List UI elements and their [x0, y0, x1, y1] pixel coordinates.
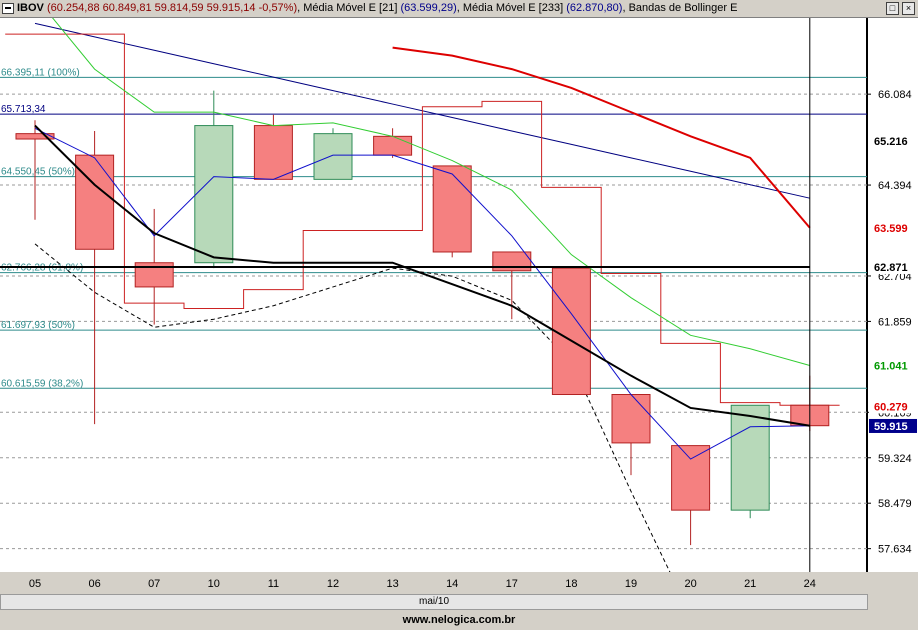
date-tick-13: 13	[386, 578, 398, 590]
fib-level-label-3: 62.766,28 (61,8%)	[1, 263, 83, 274]
date-tick-14: 14	[446, 578, 458, 590]
candle-body-1	[75, 154, 115, 250]
date-tick-10: 10	[208, 578, 220, 590]
ohlc-readout: (60.254,88 60.849,81 59.814,59 59.915,14…	[46, 2, 298, 14]
time-scrollbar[interactable]: mai/10	[0, 594, 868, 610]
price-tag-label-1: 63.599	[874, 223, 908, 235]
price-tag-label-3: 61.041	[874, 360, 908, 372]
fib-level-label-5: 60.615,59 (38,2%)	[1, 378, 83, 389]
date-tick-24: 24	[804, 578, 816, 590]
price-tag-label-0: 65.216	[874, 136, 908, 148]
price-tick-label-0: 66.084	[878, 89, 912, 101]
price-axis[interactable]: 66.08464.39462.70461.85960.16959.32458.4…	[867, 18, 918, 572]
indicator-3-label: , Bandas de Bollinger E	[622, 2, 738, 14]
candle-body-12	[730, 404, 770, 511]
price-chart[interactable]: 66.395,11 (100%) 65.713,34 64.550,45 (50%)…	[0, 18, 867, 572]
candle-body-10	[611, 394, 651, 444]
candle-body-11	[671, 445, 711, 511]
date-tick-05: 05	[29, 578, 41, 590]
date-tick-06: 06	[88, 578, 100, 590]
chart-titlebar: IBOV (60.254,88 60.849,81 59.814,59 59.9…	[0, 0, 918, 18]
price-tick-label-3: 61.859	[878, 316, 912, 328]
scrollbar-period-label: mai/10	[418, 596, 449, 607]
candle-14[interactable]	[432, 165, 472, 258]
fib-level-label-1: 65.713,34	[1, 104, 46, 115]
indicator-2-label: , Média Móvel E [233]	[456, 2, 564, 14]
candle-12[interactable]	[313, 128, 353, 180]
price-tag-label-5: 59.915	[874, 421, 908, 433]
price-tag-label-2: 62.871	[874, 262, 908, 274]
candle-body-6	[373, 135, 413, 156]
price-tick-label-5: 59.324	[878, 453, 912, 465]
candle-body-7	[432, 165, 472, 253]
date-tick-07: 07	[148, 578, 160, 590]
symbol-name: IBOV	[17, 2, 44, 14]
indicator-1-value: (63.599,29)	[400, 2, 457, 14]
date-tick-20: 20	[684, 578, 696, 590]
candle-body-4	[253, 125, 293, 180]
date-tick-18: 18	[565, 578, 577, 590]
indicator-2-value: (62.870,80)	[566, 2, 623, 14]
indicator-1-label: , Média Móvel E [21]	[297, 2, 398, 14]
window-menu-icon[interactable]	[2, 3, 14, 14]
candle-body-3	[194, 125, 234, 264]
fib-level-label-4: 61.697,93 (50%)	[1, 320, 75, 331]
price-tick-label-1: 64.394	[878, 180, 912, 192]
date-tick-19: 19	[625, 578, 637, 590]
candle-21[interactable]	[730, 404, 770, 519]
restore-button[interactable]: □	[886, 2, 899, 15]
price-tick-label-6: 58.479	[878, 498, 912, 510]
date-axis[interactable]: 05 06 07 10 11 12 13 14 17 18 19 20 21 24	[0, 572, 918, 594]
price-tick-label-7: 57.634	[878, 544, 912, 556]
price-tag-label-4: 60.279	[874, 401, 908, 413]
fib-level-label-0: 66.395,11 (100%)	[1, 67, 80, 78]
date-tick-21: 21	[744, 578, 756, 590]
date-tick-12: 12	[327, 578, 339, 590]
candle-body-5	[313, 133, 353, 180]
date-tick-17: 17	[506, 578, 518, 590]
footer-site: www.nelogica.com.br	[402, 614, 516, 626]
price-chart-area[interactable]: 66.395,11 (100%) 65.713,34 64.550,45 (50%)…	[0, 18, 867, 572]
close-button[interactable]: ×	[902, 2, 915, 15]
fib-level-label-2: 64.550,45 (50%)	[1, 167, 75, 178]
date-tick-11: 11	[268, 578, 279, 590]
